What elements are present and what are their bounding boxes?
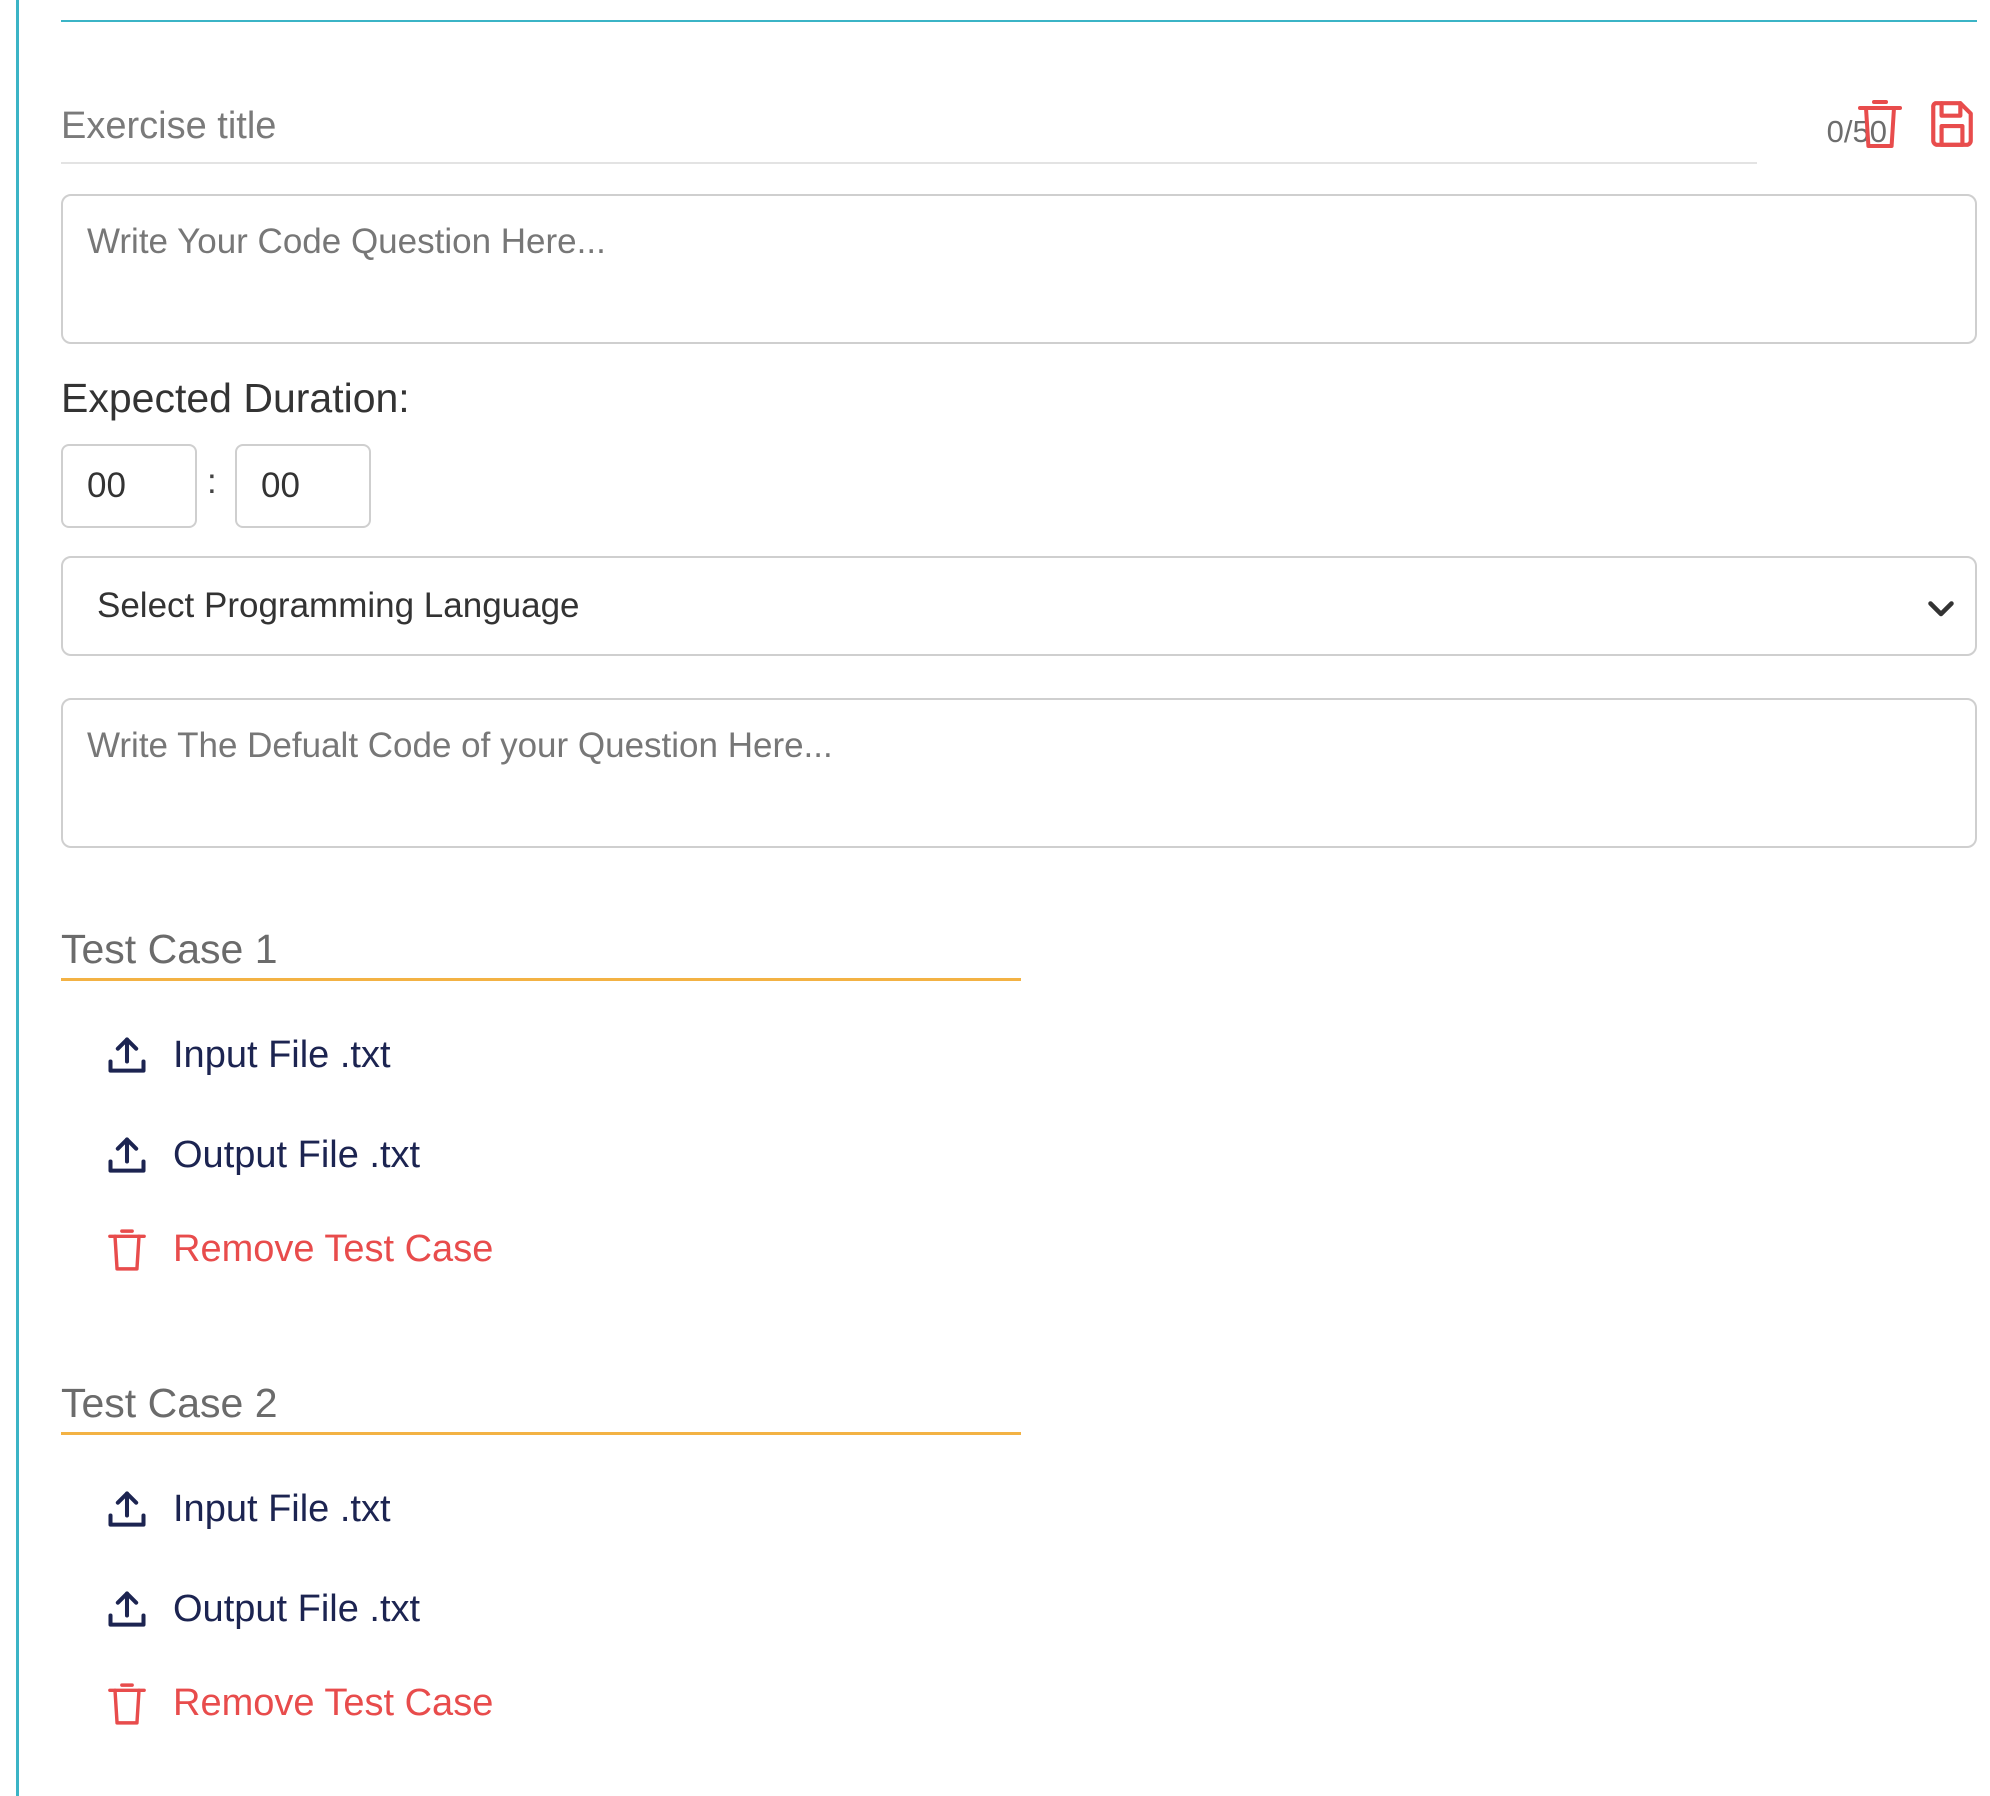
output-file-label: Output File .txt [173,1134,421,1176]
test-case-title: Test Case 2 [61,1380,278,1426]
chevron-down-icon [1928,601,1954,617]
duration-separator: : [207,462,217,501]
exercise-title-input[interactable] [61,90,1757,164]
programming-language-value: Select Programming Language [97,586,580,625]
left-border-rule [16,0,19,1796]
upload-icon [105,1586,149,1634]
input-file-label: Input File .txt [173,1034,391,1076]
input-file-label: Input File .txt [173,1488,391,1530]
top-divider [61,20,1977,22]
trash-icon[interactable] [1855,96,1905,152]
exercise-title-row: 0/50 [61,90,1977,166]
remove-test-case-label: Remove Test Case [173,1682,494,1724]
trash-icon [105,1226,149,1274]
trash-icon [105,1680,149,1728]
upload-icon [105,1486,149,1534]
upload-icon [105,1032,149,1080]
upload-icon [105,1132,149,1180]
default-code-textarea[interactable] [61,698,1977,848]
output-file-label: Output File .txt [173,1588,421,1630]
test-case-underline [61,978,1021,981]
duration-hours-input[interactable] [61,444,197,528]
code-question-textarea[interactable] [61,194,1977,344]
programming-language-select[interactable]: Select Programming Language [61,556,1977,656]
test-case-underline [61,1432,1021,1435]
save-icon[interactable] [1927,96,1977,152]
test-case-title: Test Case 1 [61,926,278,972]
duration-minutes-input[interactable] [235,444,371,528]
expected-duration-label: Expected Duration: [61,375,410,421]
remove-test-case-label: Remove Test Case [173,1228,494,1270]
